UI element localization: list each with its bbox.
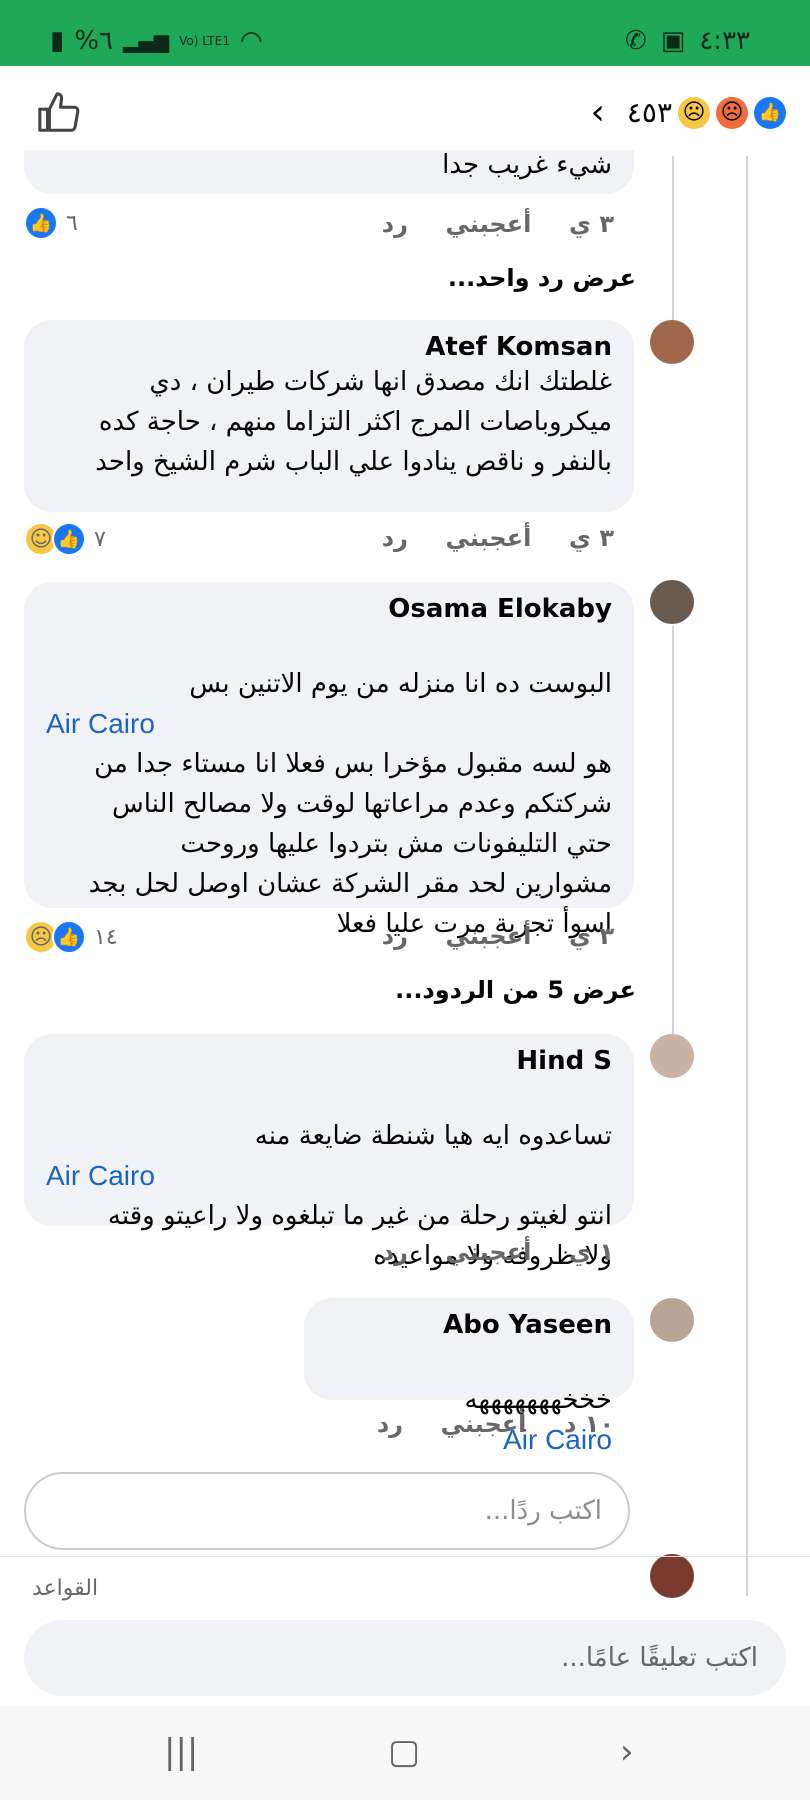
- commenter-name[interactable]: Hind S: [46, 1046, 612, 1076]
- recent-apps-icon[interactable]: |||: [164, 1732, 198, 1772]
- avatar[interactable]: [650, 1298, 694, 1342]
- comment-time: ٣ ي: [568, 210, 614, 238]
- current-user-avatar: [650, 1554, 694, 1598]
- system-nav-bar: ||| ▢ ›: [0, 1706, 810, 1800]
- comment-time: ٣ ي: [568, 524, 614, 552]
- thread-line: [672, 156, 674, 346]
- gallery-icon: ▣: [660, 26, 686, 56]
- commenter-name[interactable]: Osama Elokaby: [46, 594, 612, 624]
- comment-reactions[interactable]: ☺ 👍 ٧: [24, 522, 106, 556]
- comment-text: شيء غريب جدا: [442, 150, 612, 180]
- mention-link[interactable]: Air Cairo: [46, 1156, 155, 1196]
- status-right: ✆ ▣ ٤:٣٣: [625, 26, 750, 56]
- reaction-count: ١٤: [94, 924, 118, 950]
- like-reaction-icon: 👍: [52, 920, 86, 954]
- angry-reaction-icon: ☹: [716, 96, 748, 129]
- reaction-count: ٦: [66, 210, 78, 236]
- reaction-summary[interactable]: ‹ ٤٥٣ ☹ ☹ 👍: [590, 92, 786, 133]
- reaction-count: ٤٥٣: [626, 96, 672, 129]
- battery-icon: ▮: [50, 26, 65, 56]
- like-button[interactable]: أعجبني: [446, 922, 532, 950]
- comment-actions: ٣ ي أعجبني رد: [352, 922, 614, 950]
- like-reaction-icon: 👍: [754, 96, 786, 129]
- network-label: Vo) LTE1: [179, 34, 230, 48]
- sad-reaction-icon: ☹: [678, 96, 710, 129]
- reply-button[interactable]: رد: [382, 922, 408, 950]
- commenter-name[interactable]: Atef Komsan: [46, 332, 612, 362]
- back-icon[interactable]: ›: [620, 1732, 634, 1772]
- status-bar: ▮ %٦ ▂▄▆ Vo) LTE1 ◠ ✆ ▣ ٤:٣٣: [0, 0, 810, 66]
- phone-icon: ✆: [624, 26, 647, 56]
- comment-time: ٣ ي: [568, 922, 614, 950]
- comment-actions: ٣ ي أعجبني رد: [352, 524, 614, 552]
- signal-icon: ▂▄▆: [123, 29, 170, 53]
- home-icon[interactable]: ▢: [388, 1732, 420, 1772]
- battery-percent: %٦: [74, 26, 113, 56]
- thread-line: [746, 156, 748, 1596]
- comment-text: هو لسه مقبول مؤخرا بس فعلا انا مستاء جدا…: [88, 749, 612, 939]
- comment-actions: ١٠ د أعجبني رد: [347, 1410, 614, 1438]
- like-outline-icon[interactable]: [36, 90, 82, 136]
- status-left: ▮ %٦ ▂▄▆ Vo) LTE1 ◠: [50, 26, 263, 56]
- comment-time: ١٠ د: [564, 1410, 614, 1438]
- comment-actions: ٣ ي أعجبني رد: [352, 210, 614, 238]
- like-reaction-icon: 👍: [52, 522, 86, 556]
- comment-text: تساعدوه ايه هيا شنطة ضايعة منه: [254, 1121, 612, 1151]
- comment-bubble: Abo Yaseen خخخهههههههه Air Cairo: [304, 1298, 634, 1455]
- clock: ٤:٣٣: [699, 26, 750, 56]
- comment-bubble: Atef Komsan غلطتك انك مصدق انها شركات طي…: [24, 320, 634, 512]
- divider: [0, 1556, 810, 1557]
- chevron-left-icon[interactable]: ‹: [590, 92, 604, 133]
- comment-first-line: خخخهههههههه Air Cairo: [326, 1340, 612, 1461]
- like-button[interactable]: أعجبني: [446, 210, 532, 238]
- reply-button[interactable]: رد: [382, 210, 408, 238]
- reply-button[interactable]: رد: [382, 1238, 408, 1266]
- avatar[interactable]: [650, 320, 694, 364]
- public-comment-input[interactable]: اكتب تعليقًا عامًا...: [24, 1620, 786, 1696]
- thread-line: [672, 626, 674, 1052]
- avatar[interactable]: [650, 1034, 694, 1078]
- like-button[interactable]: أعجبني: [441, 1410, 527, 1438]
- sheet-header: ‹ ٤٥٣ ☹ ☹ 👍: [0, 66, 810, 156]
- view-replies-link[interactable]: عرض رد واحد...: [448, 264, 636, 292]
- comment-reactions[interactable]: 👍 ٦: [24, 206, 78, 240]
- reply-button[interactable]: رد: [377, 1410, 403, 1438]
- like-reaction-icon: 👍: [24, 206, 58, 240]
- comment-first-line: البوست ده انا منزله من يوم الاتنين بس Ai…: [46, 624, 612, 744]
- reaction-count: ٧: [94, 526, 106, 552]
- comment-actions: ١ ي أعجبني رد: [352, 1238, 614, 1266]
- reply-button[interactable]: رد: [382, 524, 408, 552]
- view-replies-link[interactable]: عرض 5 من الردود...: [395, 976, 636, 1004]
- like-button[interactable]: أعجبني: [446, 1238, 532, 1266]
- comment-text: غلطتك انك مصدق انها شركات طيران ، دي ميك…: [95, 367, 612, 477]
- comment-bubble: شيء غريب جدا: [24, 150, 634, 194]
- like-button[interactable]: أعجبني: [446, 524, 532, 552]
- comment-first-line: تساعدوه ايه هيا شنطة ضايعة منه Air Cairo: [46, 1076, 612, 1196]
- comment-bubble: Hind S تساعدوه ايه هيا شنطة ضايعة منه Ai…: [24, 1034, 634, 1271]
- avatar[interactable]: [650, 580, 694, 624]
- comment-text: البوست ده انا منزله من يوم الاتنين بس: [189, 669, 612, 699]
- commenter-name[interactable]: Abo Yaseen: [326, 1310, 612, 1340]
- reply-input[interactable]: اكتب ردًا...: [24, 1472, 630, 1550]
- rules-label[interactable]: القواعد: [32, 1576, 98, 1601]
- wifi-icon: ◠: [239, 26, 263, 56]
- mention-link[interactable]: Air Cairo: [46, 704, 155, 744]
- comment-bubble: Osama Elokaby البوست ده انا منزله من يوم…: [24, 582, 634, 939]
- comments-sheet: ‹ ٤٥٣ ☹ ☹ 👍 شيء غريب جدا 👍 ٦ ٣ ي أعجبني …: [0, 66, 810, 1706]
- comment-reactions[interactable]: ☹ 👍 ١٤: [24, 920, 118, 954]
- comment-time: ١ ي: [568, 1238, 614, 1266]
